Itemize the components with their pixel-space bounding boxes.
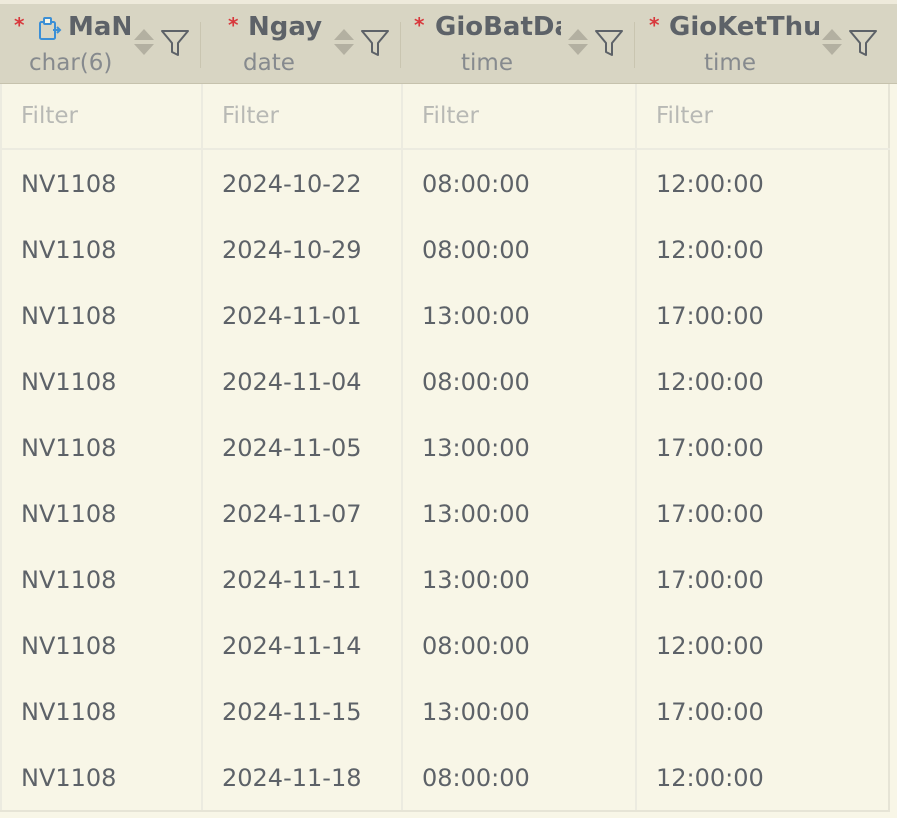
cell-man[interactable]: NV1108	[2, 283, 201, 349]
cell-giobatdau[interactable]: 13:00:00	[403, 415, 635, 481]
cell-man[interactable]: NV1108	[2, 415, 201, 481]
cell-ngay[interactable]: 2024-11-01	[203, 283, 401, 349]
cell-gioketthuc[interactable]: 12:00:00	[637, 349, 888, 415]
table-row[interactable]: NV1108 2024-11-18 08:00:00 12:00:00	[0, 745, 897, 811]
cell-gioketthuc[interactable]: 12:00:00	[637, 217, 888, 283]
cell-giobatdau[interactable]: 13:00:00	[403, 679, 635, 745]
filter-input-man[interactable]	[2, 84, 201, 148]
filter-icon[interactable]	[360, 28, 390, 58]
cell-giobatdau[interactable]: 08:00:00	[403, 151, 635, 217]
cell-giobatdau[interactable]: 13:00:00	[403, 547, 635, 613]
sort-icon[interactable]	[332, 26, 356, 58]
column-name: Ngay	[248, 12, 323, 42]
cell-giobatdau[interactable]: 13:00:00	[403, 283, 635, 349]
cell-ngay[interactable]: 2024-10-29	[203, 217, 401, 283]
column-type: date	[243, 50, 295, 76]
table-row[interactable]: NV1108 2024-11-05 13:00:00 17:00:00	[0, 415, 897, 481]
grid-header: * MaN char(6) * Ngay date * GioBatD time…	[0, 4, 897, 84]
cell-man[interactable]: NV1108	[2, 151, 201, 217]
column-header-gioketthuc[interactable]: * GioKetThuc time	[635, 4, 897, 83]
cell-giobatdau[interactable]: 08:00:00	[403, 613, 635, 679]
cell-ngay[interactable]: 2024-11-11	[203, 547, 401, 613]
column-type: time	[461, 50, 513, 76]
cell-gioketthuc[interactable]: 17:00:00	[637, 481, 888, 547]
cell-giobatdau[interactable]: 08:00:00	[403, 349, 635, 415]
table-row[interactable]: NV1108 2024-11-14 08:00:00 12:00:00	[0, 613, 897, 679]
cell-gioketthuc[interactable]: 17:00:00	[637, 547, 888, 613]
column-name: GioBatDau	[435, 12, 561, 42]
table-row[interactable]: NV1108 2024-10-22 08:00:00 12:00:00	[0, 151, 897, 217]
column-name: GioKetThuc	[669, 12, 819, 42]
cell-man[interactable]: NV1108	[2, 547, 201, 613]
cell-man[interactable]: NV1108	[2, 349, 201, 415]
column-header-man[interactable]: * MaN char(6)	[0, 4, 201, 83]
cell-ngay[interactable]: 2024-11-05	[203, 415, 401, 481]
column-type: char(6)	[29, 50, 113, 76]
filter-icon[interactable]	[848, 28, 878, 58]
column-name: MaN	[68, 12, 130, 42]
cell-gioketthuc[interactable]: 17:00:00	[637, 679, 888, 745]
cell-ngay[interactable]: 2024-11-07	[203, 481, 401, 547]
sort-icon[interactable]	[820, 26, 844, 58]
cell-gioketthuc[interactable]: 12:00:00	[637, 613, 888, 679]
cell-ngay[interactable]: 2024-11-04	[203, 349, 401, 415]
cell-gioketthuc[interactable]: 17:00:00	[637, 283, 888, 349]
cell-gioketthuc[interactable]: 12:00:00	[637, 151, 888, 217]
required-marker: *	[14, 13, 25, 37]
required-marker: *	[649, 13, 660, 37]
table-row[interactable]: NV1108 2024-10-29 08:00:00 12:00:00	[0, 217, 897, 283]
column-header-ngay[interactable]: * Ngay date	[201, 4, 401, 83]
required-marker: *	[228, 13, 239, 37]
cell-giobatdau[interactable]: 08:00:00	[403, 217, 635, 283]
filter-input-giobatdau[interactable]	[403, 84, 635, 148]
table-row[interactable]: NV1108 2024-11-01 13:00:00 17:00:00	[0, 283, 897, 349]
filter-icon[interactable]	[594, 28, 624, 58]
cell-man[interactable]: NV1108	[2, 613, 201, 679]
table-row[interactable]: NV1108 2024-11-04 08:00:00 12:00:00	[0, 349, 897, 415]
cell-gioketthuc[interactable]: 17:00:00	[637, 415, 888, 481]
cell-man[interactable]: NV1108	[2, 745, 201, 811]
cell-gioketthuc[interactable]: 12:00:00	[637, 745, 888, 811]
cell-ngay[interactable]: 2024-11-15	[203, 679, 401, 745]
sort-icon[interactable]	[566, 26, 590, 58]
sort-icon[interactable]	[132, 26, 156, 58]
table-row[interactable]: NV1108 2024-11-15 13:00:00 17:00:00	[0, 679, 897, 745]
data-grid: * MaN char(6) * Ngay date * GioBatD time…	[0, 0, 897, 818]
cell-ngay[interactable]: 2024-11-14	[203, 613, 401, 679]
column-type: time	[704, 50, 756, 76]
filter-input-ngay[interactable]	[203, 84, 401, 148]
foreign-key-icon	[37, 16, 63, 40]
filter-row-divider	[0, 148, 890, 150]
filter-row	[0, 84, 897, 150]
cell-giobatdau[interactable]: 13:00:00	[403, 481, 635, 547]
cell-ngay[interactable]: 2024-11-18	[203, 745, 401, 811]
cell-man[interactable]: NV1108	[2, 481, 201, 547]
cell-man[interactable]: NV1108	[2, 679, 201, 745]
column-header-giobatdau[interactable]: * GioBatDau time	[401, 4, 635, 83]
table-row[interactable]: NV1108 2024-11-07 13:00:00 17:00:00	[0, 481, 897, 547]
required-marker: *	[414, 13, 425, 37]
cell-ngay[interactable]: 2024-10-22	[203, 151, 401, 217]
cell-giobatdau[interactable]: 08:00:00	[403, 745, 635, 811]
table-row[interactable]: NV1108 2024-11-11 13:00:00 17:00:00	[0, 547, 897, 613]
filter-icon[interactable]	[160, 28, 190, 58]
filter-input-gioketthuc[interactable]	[637, 84, 888, 148]
cell-man[interactable]: NV1108	[2, 217, 201, 283]
grid-bottom-border	[0, 810, 890, 812]
